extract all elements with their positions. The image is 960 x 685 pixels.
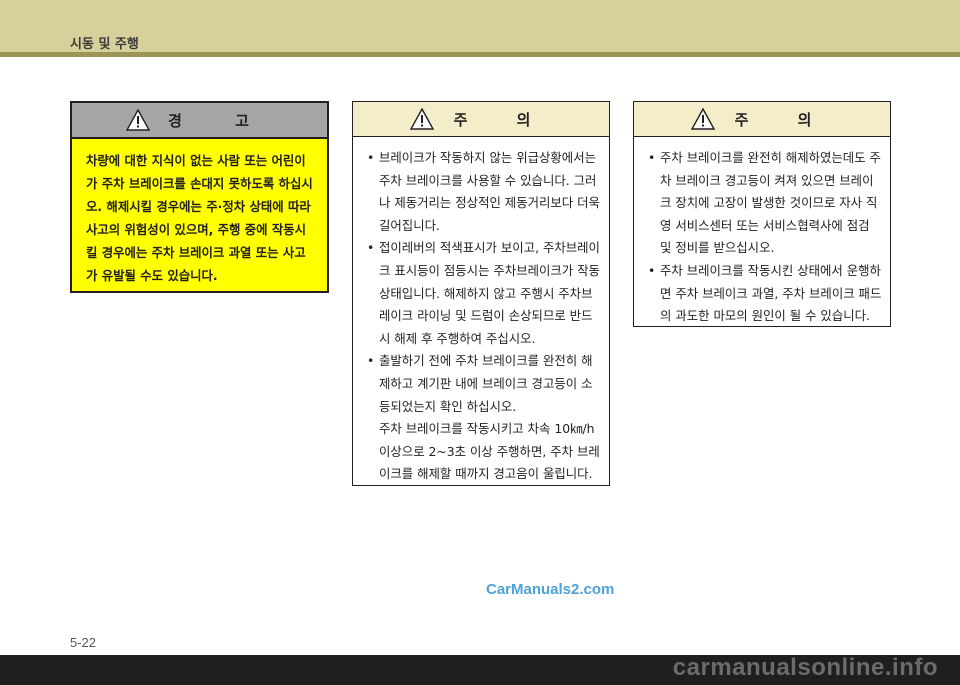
list-item: 브레이크가 작동하지 않는 위급상황에서는 주차 브레이크를 사용할 수 있습니… xyxy=(367,147,601,237)
warning-text: 차량에 대한 지식이 없는 사람 또는 어린이가 주차 브레이크를 손대지 못하… xyxy=(86,153,313,283)
caution-list-2: 주차 브레이크를 완전히 해제하였는데도 주차 브레이크 경고등이 켜져 있으면… xyxy=(634,137,890,328)
list-item: 접이레버의 적색표시가 보이고, 주차브레이크 표시등이 점등시는 주차브레이크… xyxy=(367,237,601,350)
caution-heading-1: 주 의 xyxy=(353,102,609,137)
warning-heading-label: 경 고 xyxy=(168,111,273,130)
section-title: 시동 및 주행 xyxy=(70,37,139,52)
caution-heading-label: 주 의 xyxy=(453,110,553,129)
warning-triangle-icon xyxy=(409,108,434,130)
warning-heading: 경 고 xyxy=(72,103,327,139)
footer-watermark: carmanualsonline.info xyxy=(672,654,938,681)
list-item: 주차 브레이크를 완전히 해제하였는데도 주차 브레이크 경고등이 켜져 있으면… xyxy=(648,147,882,260)
warning-triangle-icon xyxy=(690,108,715,130)
page-number: 5-22 xyxy=(70,635,97,650)
caution-heading-label: 주 의 xyxy=(734,110,834,129)
warning-box: 경 고 차량에 대한 지식이 없는 사람 또는 어린이가 주차 브레이크를 손대… xyxy=(70,101,329,293)
header-rule xyxy=(0,52,960,57)
caution-box-2: 주 의 주차 브레이크를 완전히 해제하였는데도 주차 브레이크 경고등이 켜져… xyxy=(633,101,891,327)
caution-box-1: 주 의 브레이크가 작동하지 않는 위급상황에서는 주차 브레이크를 사용할 수… xyxy=(352,101,610,486)
list-item-text: 주차 브레이크를 작동시킨 상태에서 운행하면 주차 브레이크 과열, 주차 브… xyxy=(660,262,882,324)
list-item-text: 브레이크가 작동하지 않는 위급상황에서는 주차 브레이크를 사용할 수 있습니… xyxy=(379,150,600,233)
caution-list-1: 브레이크가 작동하지 않는 위급상황에서는 주차 브레이크를 사용할 수 있습니… xyxy=(353,137,609,486)
page-header: 시동 및 주행 xyxy=(0,0,960,52)
list-item-extra: 주차 브레이크를 작동시키고 차속 10㎞/h 이상으로 2~3초 이상 주행하… xyxy=(379,421,600,482)
warning-triangle-icon xyxy=(126,109,151,131)
list-item-text: 주차 브레이크를 완전히 해제하였는데도 주차 브레이크 경고등이 켜져 있으면… xyxy=(660,150,881,256)
watermark-link[interactable]: CarManuals2.com xyxy=(486,581,614,598)
list-item: 출발하기 전에 주차 브레이크를 완전히 해제하고 계기판 내에 브레이크 경고… xyxy=(367,350,601,486)
list-item-text: 접이레버의 적색표시가 보이고, 주차브레이크 표시등이 점등시는 주차브레이크… xyxy=(379,240,600,346)
list-item: 주차 브레이크를 작동시킨 상태에서 운행하면 주차 브레이크 과열, 주차 브… xyxy=(648,260,882,328)
caution-heading-2: 주 의 xyxy=(634,102,890,137)
list-item-text: 출발하기 전에 주차 브레이크를 완전히 해제하고 계기판 내에 브레이크 경고… xyxy=(379,353,593,414)
